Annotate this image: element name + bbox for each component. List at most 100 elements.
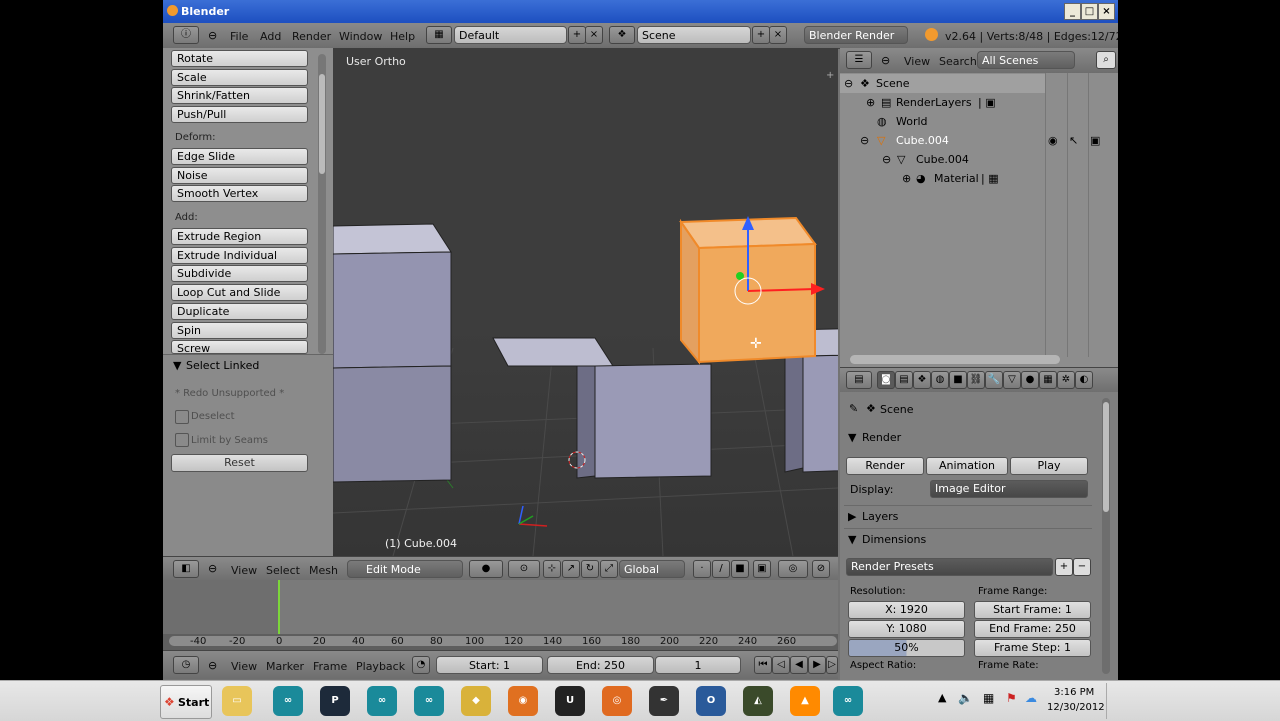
timeline-menu-view[interactable]: View xyxy=(231,660,257,673)
material-context-icon[interactable]: ● xyxy=(1021,371,1039,389)
minimize-button[interactable]: _ xyxy=(1064,3,1081,20)
view3d-menu-mesh[interactable]: Mesh xyxy=(309,564,338,577)
jump-start-icon[interactable]: ⏮ xyxy=(754,656,772,674)
remove-layout-icon[interactable]: × xyxy=(585,26,603,44)
render-engine-select[interactable]: Blender Render xyxy=(804,26,908,44)
scale-manipulator-icon[interactable]: ⤢ xyxy=(600,560,618,578)
resolution-x-field[interactable]: X: 1920 xyxy=(848,601,965,619)
edge-slide-button[interactable]: Edge Slide xyxy=(171,148,308,165)
selectability-arrow-icon[interactable]: ↖ xyxy=(1069,131,1078,150)
inkscape-icon[interactable]: ✒ xyxy=(649,686,679,716)
end-frame-prop-field[interactable]: End Frame: 250 xyxy=(974,620,1091,638)
collapse-toggle-icon[interactable]: ⊖ xyxy=(844,74,853,93)
texture-context-icon[interactable]: ▦ xyxy=(1039,371,1057,389)
resolution-percentage-slider[interactable]: 50% xyxy=(848,639,965,657)
world-context-icon[interactable]: ◍ xyxy=(931,371,949,389)
render-camera-icon[interactable]: ▣ xyxy=(1090,131,1100,150)
subdivide-button[interactable]: Subdivide xyxy=(171,265,308,282)
outliner-row-renderlayers[interactable]: ⊕ ▤ RenderLayers | ▣ xyxy=(840,93,1045,112)
arduino-icon[interactable]: ∞ xyxy=(414,686,444,716)
render-presets-select[interactable]: Render Presets xyxy=(846,558,1053,576)
scale-button[interactable]: Scale xyxy=(171,69,308,86)
spin-button[interactable]: Spin xyxy=(171,322,308,339)
arduino-icon[interactable]: ∞ xyxy=(273,686,303,716)
outliner-row-cube-mesh[interactable]: ⊖ ▽ Cube.004 xyxy=(840,150,1045,169)
view3d-menu-view[interactable]: View xyxy=(231,564,257,577)
extrude-region-button[interactable]: Extrude Region xyxy=(171,228,308,245)
game-icon[interactable]: ◭ xyxy=(743,686,773,716)
timeline-menu-frame[interactable]: Frame xyxy=(313,660,347,673)
scene-field[interactable]: Scene xyxy=(637,26,751,44)
resolution-y-field[interactable]: Y: 1080 xyxy=(848,620,965,638)
proportional-edit-select[interactable]: ◎ xyxy=(778,560,808,578)
maximize-button[interactable]: □ xyxy=(1081,3,1098,20)
deselect-checkbox[interactable] xyxy=(175,410,189,424)
display-select[interactable]: Image Editor xyxy=(930,480,1088,498)
properties-scrollbar[interactable] xyxy=(1102,398,1110,674)
outliner-collapse-icon[interactable]: ⊖ xyxy=(881,54,890,67)
menu-window[interactable]: Window xyxy=(339,30,382,43)
outliner-menu-search[interactable]: Search xyxy=(939,55,977,68)
udk-icon[interactable]: U xyxy=(555,686,585,716)
shrink-fatten-button[interactable]: Shrink/Fatten xyxy=(171,87,308,104)
current-frame-marker[interactable] xyxy=(278,580,280,634)
particles-context-icon[interactable]: ✲ xyxy=(1057,371,1075,389)
outliner-filter-select[interactable]: All Scenes xyxy=(977,51,1075,69)
scene-context-icon[interactable]: ❖ xyxy=(913,371,931,389)
properties-editor-type-icon[interactable]: ▤ xyxy=(846,371,872,389)
manipulator-toggle-icon[interactable]: ⊹ xyxy=(543,560,561,578)
timeline-editor-type-icon[interactable]: ◷ xyxy=(173,656,199,674)
loop-cut-slide-button[interactable]: Loop Cut and Slide xyxy=(171,284,308,301)
cloud-icon[interactable]: ☁ xyxy=(1025,691,1037,705)
menu-add[interactable]: Add xyxy=(260,30,281,43)
edge-select-icon[interactable]: / xyxy=(712,560,730,578)
data-context-icon[interactable]: ▽ xyxy=(1003,371,1021,389)
screen-layout-icon[interactable]: ▦ xyxy=(426,26,452,44)
outliner-search-icon[interactable]: ⌕ xyxy=(1096,51,1116,69)
3d-viewport[interactable]: ✛ User Ortho (1) Cube.004 + xyxy=(333,48,838,556)
duplicate-button[interactable]: Duplicate xyxy=(171,303,308,320)
vlc-icon[interactable]: ▲ xyxy=(790,686,820,716)
pivot-point-select[interactable]: ⊙ xyxy=(508,560,540,578)
render-context-icon[interactable]: ◙ xyxy=(877,371,895,389)
clock-date[interactable]: 12/30/2012 xyxy=(1047,702,1105,713)
clock-time[interactable]: 3:16 PM xyxy=(1054,687,1094,698)
current-frame-field[interactable]: 1 xyxy=(655,656,741,674)
play-reverse-icon[interactable]: ◀ xyxy=(790,656,808,674)
translate-manipulator-icon[interactable]: ↗ xyxy=(562,560,580,578)
render-button[interactable]: Render xyxy=(846,457,924,475)
transform-orientation-select[interactable]: Global xyxy=(619,560,685,578)
close-button[interactable]: × xyxy=(1098,3,1115,20)
prev-keyframe-icon[interactable]: ◁ xyxy=(772,656,790,674)
frame-step-field[interactable]: Frame Step: 1 xyxy=(974,639,1091,657)
constraints-context-icon[interactable]: ⛓ xyxy=(967,371,985,389)
viewport-shading-select[interactable]: ● xyxy=(469,560,503,578)
snap-toggle-icon[interactable]: ⊘ xyxy=(812,560,830,578)
outliner-row-material[interactable]: ⊕ ◕ Material | ▦ xyxy=(840,169,1045,188)
animation-button[interactable]: Animation xyxy=(926,457,1008,475)
menu-file[interactable]: File xyxy=(230,30,248,43)
remove-scene-icon[interactable]: × xyxy=(769,26,787,44)
menu-render[interactable]: Render xyxy=(292,30,331,43)
timeline[interactable]: -40 -20 0 20 40 60 80 100 120 140 160 18… xyxy=(163,580,838,650)
speaker-icon[interactable]: 🔈 xyxy=(958,691,973,705)
remove-preset-icon[interactable]: − xyxy=(1073,558,1091,576)
scene-icon[interactable]: ❖ xyxy=(609,26,635,44)
extrude-individual-button[interactable]: Extrude Individual xyxy=(171,247,308,264)
menu-help[interactable]: Help xyxy=(390,30,415,43)
outliner-row-world[interactable]: ◍ World xyxy=(840,112,1045,131)
noise-button[interactable]: Noise xyxy=(171,167,308,184)
panel-collapse-icon[interactable]: ▶ xyxy=(848,510,856,523)
outliner-scrollbar[interactable] xyxy=(850,355,1060,364)
start-frame-field[interactable]: Start: 1 xyxy=(436,656,543,674)
outlook-icon[interactable]: O xyxy=(696,686,726,716)
rotate-button[interactable]: Rotate xyxy=(171,50,308,67)
show-desktop-button[interactable] xyxy=(1106,683,1117,719)
screen-layout-field[interactable]: Default xyxy=(454,26,567,44)
occlude-geometry-icon[interactable]: ▣ xyxy=(753,560,771,578)
add-layout-icon[interactable]: + xyxy=(568,26,586,44)
limit-by-seams-checkbox[interactable] xyxy=(175,433,189,447)
arduino-icon[interactable]: ∞ xyxy=(367,686,397,716)
outliner-menu-view[interactable]: View xyxy=(904,55,930,68)
next-keyframe-icon[interactable]: ▷ xyxy=(826,656,838,674)
